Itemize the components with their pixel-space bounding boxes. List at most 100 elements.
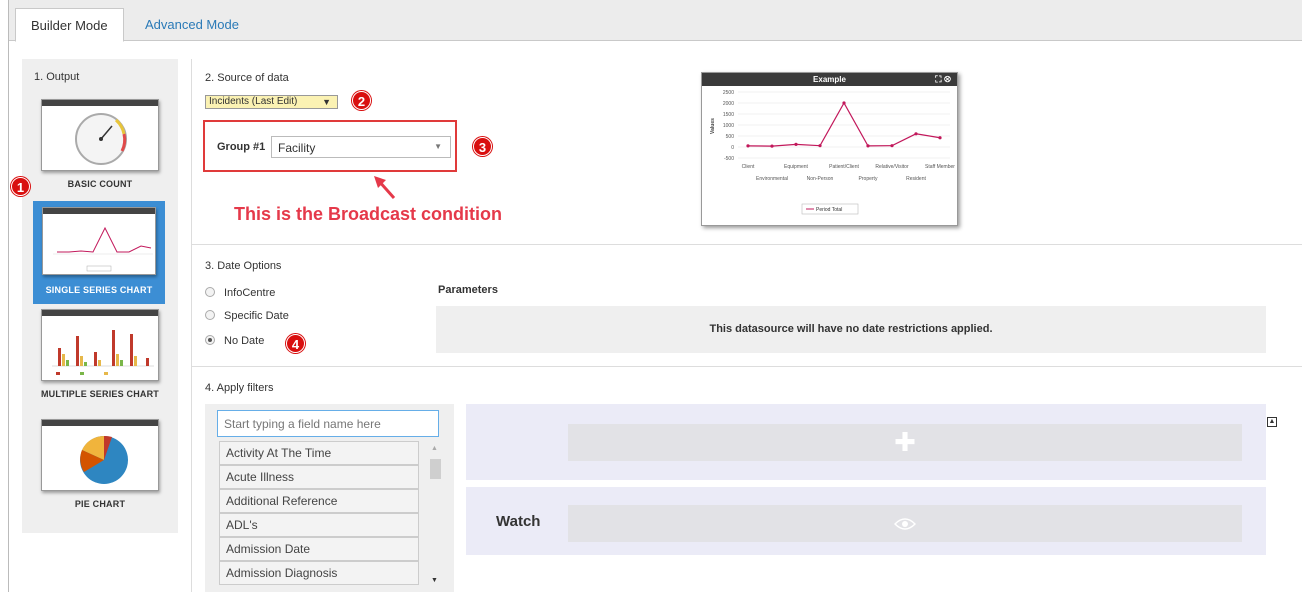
y-tick-label: 0 [731,145,734,151]
step-badge-1: 1 [11,177,30,196]
group-select-value: Facility [278,141,316,155]
data-point [794,142,798,146]
list-item[interactable]: Additional Reference [219,489,419,513]
radio-label: No Date [224,335,265,347]
multiple-series-thumbnail [41,309,159,381]
source-select-value: Incidents (Last Edit) [209,96,298,107]
x-tick-label: Non-Person [807,176,834,182]
y-tick-label: 1000 [723,123,734,129]
field-picker-panel: Start typing a field name here Activity … [205,404,454,592]
preview-chart-svg: 2500 2000 1500 1000 500 0 -500 Values ClientEnvi… [710,90,955,215]
radio-specific-date[interactable]: Specific Date [205,310,289,322]
legend-label: Period Total [816,207,842,213]
expand-close-icons[interactable]: ⛶ ⊗ [935,73,951,86]
filters-section-title: 4. Apply filters [205,382,274,394]
output-section-title: 1. Output [34,71,80,83]
output-option-single-series[interactable]: SINGLE SERIES CHART [33,201,165,304]
data-point [842,101,846,105]
data-point [770,144,774,148]
x-tick-label: Client [742,164,755,170]
filter-drop-zone: ✚ [466,404,1266,480]
list-item[interactable]: Admission Diagnosis [219,561,419,585]
scroll-down-icon[interactable]: ▼ [431,577,438,584]
x-tick-label: Environmental [756,176,788,182]
output-option-label: MULTIPLE SERIES CHART [40,389,160,399]
y-tick-label: 2000 [723,101,734,107]
chart-preview: Example ⛶ ⊗ 2500 2000 1500 1000 500 0 -500 Valu… [701,72,958,226]
step-badge-2: 2 [352,91,371,110]
preview-title-bar: Example ⛶ ⊗ [702,73,957,86]
field-list-scrollbar[interactable]: ▲ ▼ [427,441,441,592]
x-tick-label: Equipment [784,164,809,170]
output-option-label: SINGLE SERIES CHART [45,285,153,295]
series-line [747,101,941,147]
broadcast-annotation: This is the Broadcast condition [234,204,503,224]
watch-label: Watch [496,513,541,530]
output-option-label: PIE CHART [74,499,126,509]
x-tick-label: Resident [906,176,926,182]
panel-divider [191,59,192,592]
collapse-icon[interactable]: ▲ [1267,417,1277,427]
date-section-title: 3. Date Options [205,260,282,272]
output-option-label: BASIC COUNT [67,179,133,189]
radio-button[interactable] [205,310,215,320]
field-list: Activity At The Time Acute Illness Addit… [219,441,441,592]
radio-infocentre[interactable]: InfoCentre [205,287,275,299]
x-tick-label: Staff Member [925,164,955,170]
radio-label: Specific Date [224,310,289,322]
chevron-down-icon: ▼ [434,142,442,151]
radio-button-checked[interactable] [205,335,215,345]
plus-icon: ✚ [894,427,916,457]
output-option-basic-count[interactable]: BASIC COUNT [31,99,169,189]
x-tick-label: Patient/Client [829,164,859,170]
field-search-input[interactable]: Start typing a field name here [217,410,439,437]
parameters-message: This datasource will have no date restri… [436,306,1266,353]
list-item[interactable]: ADL's [219,513,419,537]
y-axis-label: Values [710,118,716,134]
watch-drop-target[interactable] [568,505,1242,542]
source-select[interactable]: Incidents (Last Edit) ▼ [205,95,338,109]
y-tick-label: 500 [726,134,735,140]
pie-chart-icon [80,435,128,484]
output-option-pie-chart[interactable]: PIE CHART [31,419,169,509]
annotation-arrow-icon [374,176,396,199]
basic-count-thumbnail [41,99,159,171]
data-point [818,144,822,148]
pie-chart-thumbnail [41,419,159,491]
y-tick-label: 1500 [723,112,734,118]
x-tick-label: Property [859,176,878,182]
source-section-title: 2. Source of data [205,72,289,84]
group-label: Group #1 [217,141,266,153]
parameters-label: Parameters [438,284,498,296]
broadcast-condition-highlight: Group #1 Facility ▼ [203,120,457,172]
data-point [914,132,918,136]
section-divider [192,366,1302,367]
gauge-icon [75,113,127,165]
section-divider [192,244,1302,245]
add-filter-button[interactable]: ✚ [568,424,1242,461]
watch-zone: Watch [466,487,1266,555]
tab-advanced-mode[interactable]: Advanced Mode [130,8,254,42]
single-series-thumbnail [42,207,156,275]
eye-icon [893,518,917,530]
radio-no-date[interactable]: No Date [205,335,264,347]
list-item[interactable]: Admission Date [219,537,419,561]
radio-button[interactable] [205,287,215,297]
dropdown-arrow-icon: ▼ [322,97,331,107]
data-point [746,144,750,148]
step-badge-3: 3 [473,137,492,156]
mode-tabbar: Builder Mode Advanced Mode [9,0,1302,42]
scroll-up-icon[interactable]: ▲ [431,445,438,452]
output-option-multiple-series[interactable]: MULTIPLE SERIES CHART [31,309,169,399]
preview-title: Example [813,75,846,84]
scrollbar-thumb[interactable] [430,459,441,479]
list-item[interactable]: Acute Illness [219,465,419,489]
bar-chart-icon [52,330,154,375]
tab-builder-mode[interactable]: Builder Mode [15,8,124,42]
list-item[interactable]: Activity At The Time [219,441,419,465]
x-tick-label: Relative/Visitor [875,164,909,170]
group-select[interactable]: Facility ▼ [271,136,451,158]
y-tick-label: -500 [724,156,734,162]
step-badge-4: 4 [286,334,305,353]
data-point [866,144,870,148]
